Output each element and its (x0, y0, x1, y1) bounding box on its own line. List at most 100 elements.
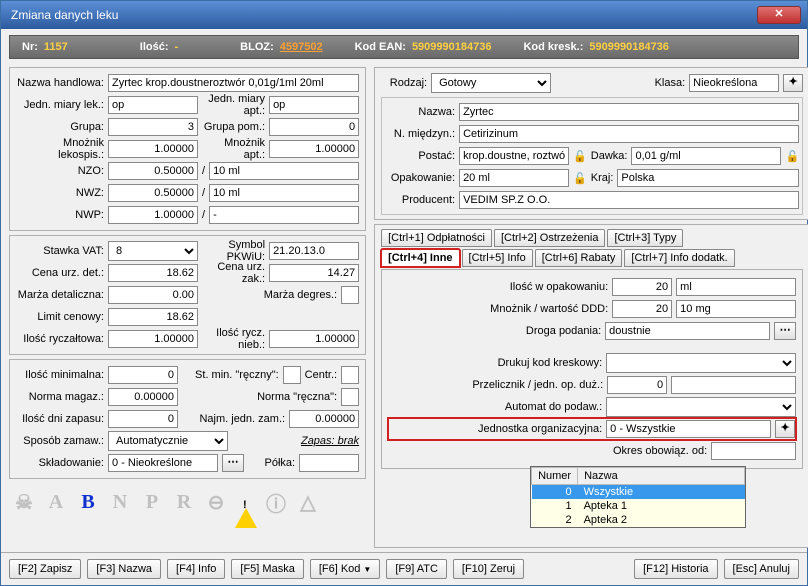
ilosc-opak-unit[interactable] (676, 278, 796, 296)
zapas-link[interactable]: Zapas: brak (232, 435, 359, 447)
marza-degres-checkbox[interactable] (341, 286, 359, 304)
nazwa-handlowa-input[interactable] (108, 74, 359, 92)
ilosc-dni-input[interactable] (108, 410, 178, 428)
ilosc-rycz-input[interactable] (108, 330, 198, 348)
tab-odplatnosci[interactable]: [Ctrl+1] Odpłatności (381, 229, 492, 247)
esc-anuluj-button[interactable]: [Esc] Anuluj (724, 559, 799, 579)
status-icon-row: ☠ A B N P R ⊖ ⓘ △ (9, 483, 366, 521)
producent-label: Producent: (385, 194, 455, 206)
automat-select[interactable] (606, 397, 796, 417)
nazwa-label: Nazwa: (385, 106, 455, 118)
f10-zeruj-button[interactable]: [F10] Zeruj (453, 559, 524, 579)
przelicznik-unit-input[interactable] (671, 376, 796, 394)
dropdown-row[interactable]: 2Apteka 2 (532, 513, 745, 527)
kraj-input[interactable] (617, 169, 799, 187)
dawka-input[interactable] (631, 147, 781, 165)
tab-inne[interactable]: [Ctrl+4] Inne (381, 249, 459, 267)
jedn-lek-label: Jedn. miary lek.: (16, 99, 104, 111)
sposob-zam-label: Sposób zamaw.: (16, 435, 104, 447)
f6-kod-button[interactable]: [F6] Kod▼ (310, 559, 381, 579)
marza-det-input[interactable] (108, 286, 198, 304)
tab-typy[interactable]: [Ctrl+3] Typy (607, 229, 683, 247)
cena-det-input[interactable] (108, 264, 198, 282)
tab-rabaty[interactable]: [Ctrl+6] Rabaty (535, 249, 623, 267)
producent-input[interactable] (459, 191, 799, 209)
lock-icon-2[interactable]: 🔓 (785, 150, 799, 163)
f3-nazwa-button[interactable]: [F3] Nazwa (87, 559, 161, 579)
droga-input[interactable] (605, 322, 770, 340)
miedzyn-input[interactable] (459, 125, 799, 143)
minus-circle-icon: ⊖ (203, 489, 229, 515)
tab-info-dodatk[interactable]: [Ctrl+7] Info dodatk. (624, 249, 734, 267)
ddd-unit-input[interactable] (676, 300, 796, 318)
centr-checkbox[interactable] (341, 366, 359, 384)
norma-mag-input[interactable] (108, 388, 178, 406)
pkwiu-input[interactable] (269, 242, 359, 260)
lock-icon-3[interactable]: 🔓 (573, 172, 587, 185)
jedn-lek-input[interactable] (108, 96, 198, 114)
mnoznik-apt-input[interactable] (269, 140, 359, 158)
klasa-add-button[interactable]: ✦ (783, 74, 803, 92)
nwp-input[interactable] (108, 206, 198, 224)
close-button[interactable]: ✕ (757, 6, 801, 24)
cena-zak-input[interactable] (269, 264, 359, 282)
ilosc-rycz-label: Ilość ryczałtowa: (16, 333, 104, 345)
nwz-unit-input[interactable] (209, 184, 359, 202)
jednostka-add-button[interactable]: ✦ (775, 420, 795, 438)
przelicznik-input[interactable] (607, 376, 667, 394)
tab-ostrzezenia[interactable]: [Ctrl+2] Ostrzeżenia (494, 229, 606, 247)
lock-icon[interactable]: 🔓 (573, 150, 587, 163)
jednostka-org-label: Jednostka organizacyjna: (389, 423, 602, 435)
nwz-input[interactable] (108, 184, 198, 202)
ilosc-min-input[interactable] (108, 366, 178, 384)
okres-od-input[interactable] (711, 442, 796, 460)
nzo-input[interactable] (108, 162, 198, 180)
pkwiu-label: Symbol PKWiU: (202, 239, 265, 263)
st-min-checkbox[interactable] (283, 366, 301, 384)
dropdown-row[interactable]: 0Wszystkie (532, 485, 745, 500)
nzo-label: NZO: (16, 165, 104, 177)
st-min-label: St. min. "ręczny": (182, 369, 279, 381)
grupa-input[interactable] (108, 118, 198, 136)
najm-zam-input[interactable] (289, 410, 359, 428)
f9-atc-button[interactable]: [F9] ATC (386, 559, 447, 579)
ilosc-dni-label: Ilość dni zapasu: (16, 413, 104, 425)
nwz-label: NWZ: (16, 187, 104, 199)
f5-maska-button[interactable]: [F5] Maska (231, 559, 303, 579)
dropdown-row[interactable]: 1Apteka 1 (532, 499, 745, 513)
ilosc-opak-input[interactable] (612, 278, 672, 296)
grupa-pom-input[interactable] (269, 118, 359, 136)
panel-right-top: Rodzaj: Gotowy Klasa: ✦ Nazwa: N. między… (374, 67, 808, 220)
cena-zak-label: Cena urz. zak.: (202, 261, 265, 285)
mnoznik-ddd-input[interactable] (612, 300, 672, 318)
polka-input[interactable] (299, 454, 359, 472)
postac-label: Postać: (385, 150, 455, 162)
norma-reczna-checkbox[interactable] (341, 388, 359, 406)
sposob-zam-select[interactable]: Automatycznie (108, 431, 228, 451)
stawka-vat-select[interactable]: 8 (108, 241, 198, 261)
jedn-apt-input[interactable] (269, 96, 359, 114)
tab-info[interactable]: [Ctrl+5] Info (462, 249, 533, 267)
limit-input[interactable] (108, 308, 198, 326)
skladowanie-browse-button[interactable]: ⋯ (222, 454, 244, 472)
nazwa-input[interactable] (459, 103, 799, 121)
bloz-value[interactable]: 4597502 (280, 41, 323, 53)
f2-zapisz-button[interactable]: [F2] Zapisz (9, 559, 81, 579)
nzo-unit-input[interactable] (209, 162, 359, 180)
ilosc-rycz-nieb-input[interactable] (269, 330, 359, 348)
postac-input[interactable] (459, 147, 569, 165)
drukuj-select[interactable] (606, 353, 796, 373)
f12-historia-button[interactable]: [F12] Historia (634, 559, 717, 579)
f4-info-button[interactable]: [F4] Info (167, 559, 225, 579)
droga-browse-button[interactable]: ⋯ (774, 322, 796, 340)
opakowanie-input[interactable] (459, 169, 569, 187)
rodzaj-select[interactable]: Gotowy (431, 73, 551, 93)
klasa-input[interactable] (689, 74, 779, 92)
mnoznik-lek-label: Mnożnik lekospis.: (16, 137, 104, 161)
mnoznik-lek-input[interactable] (108, 140, 198, 158)
drukuj-label: Drukuj kod kreskowy: (388, 357, 602, 369)
letter-p-icon: P (139, 489, 165, 515)
jednostka-dropdown[interactable]: NumerNazwa 0Wszystkie 1Apteka 1 2Apteka … (530, 466, 746, 528)
skladowanie-input[interactable] (108, 454, 218, 472)
jednostka-org-input[interactable] (606, 420, 771, 438)
